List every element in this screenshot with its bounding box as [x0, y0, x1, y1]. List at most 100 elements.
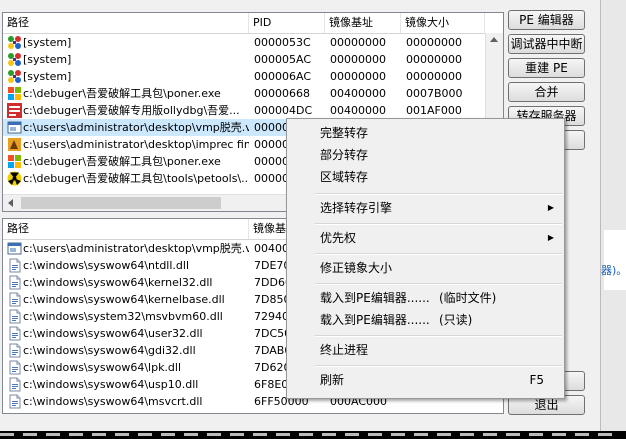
menu-separator [315, 335, 562, 337]
menu-label: 选择转存引擎 [320, 201, 393, 215]
dll-file-icon [7, 360, 22, 375]
taskbar-mark [437, 433, 451, 436]
app-window-icon [7, 86, 22, 101]
debugger-break-button[interactable]: 调试器中中断 [508, 34, 585, 54]
menu-separator [315, 283, 562, 285]
cell-image-size: 0007B000 [406, 87, 463, 100]
table-row[interactable]: c:\debuger\吾爱破解工具包\poner.exe 00000668 0040… [3, 85, 503, 102]
cell-path: c:\debuger\吾爱破解工具包\tools\petools\... [23, 172, 249, 185]
taskbar-mark [0, 433, 14, 436]
dll-file-icon [7, 326, 22, 341]
taskbar-mark [391, 433, 405, 436]
taskbar-mark [207, 433, 221, 436]
process-list-header: 路径 PID 镜像基址 镜像大小 [3, 13, 503, 34]
scroll-up-arrow[interactable] [490, 37, 498, 42]
cell-image-base: 00000000 [330, 36, 386, 49]
window-edge [600, 0, 626, 439]
column-image-size[interactable]: 镜像大小 [401, 13, 485, 33]
taskbar-mark [69, 433, 83, 436]
menu-label: 区域转存 [320, 170, 369, 184]
menu-label: 部分转存 [320, 148, 369, 162]
cell-path: [system] [23, 70, 72, 83]
cell-pid: 0000053C [254, 36, 311, 49]
cell-path: [system] [23, 36, 72, 49]
taskbar-mark [460, 433, 474, 436]
dll-file-icon [7, 258, 22, 273]
menu-label: 修正镜象大小 [320, 261, 393, 275]
menu-item-select-dump-engine[interactable]: 选择转存引擎 ▶ [287, 197, 564, 219]
taskbar-mark [414, 433, 428, 436]
taskbar-mark [115, 433, 129, 436]
taskbar-mark [253, 433, 267, 436]
taskbar-mark [299, 433, 313, 436]
background-text-fragment: 器)。 [601, 264, 626, 277]
scroll-left-arrow[interactable] [8, 199, 13, 207]
column-path[interactable]: 路径 [3, 219, 249, 239]
menu-item-load-pe-editor-temp[interactable]: 载入到PE编辑器...... (临时文件) [287, 287, 564, 309]
dll-file-icon [7, 343, 22, 358]
menu-item-region-dump[interactable]: 区域转存 [287, 166, 564, 188]
cell-path: c:\windows\syswow64\lpk.dll [23, 361, 182, 374]
menu-shortcut: F5 [529, 373, 544, 387]
menu-separator [315, 253, 562, 255]
vmp-exe-icon [7, 241, 22, 256]
cell-path: c:\windows\syswow64\usp10.dll [23, 378, 199, 391]
cell-pid: 000004DC [254, 104, 313, 117]
taskbar-mark [92, 433, 106, 436]
column-pid[interactable]: PID [249, 13, 325, 33]
table-row[interactable]: c:\debuger\吾爱破解专用版ollydbg\吾爱... 000004DC 0… [3, 102, 503, 119]
app-window-icon [7, 154, 22, 169]
menu-item-terminate-process[interactable]: 终止进程 [287, 339, 564, 361]
cell-path: c:\users\administrator\desktop\vmp脱壳.vm.… [23, 242, 249, 255]
dll-file-icon [7, 309, 22, 324]
taskbar-strip [0, 431, 626, 439]
menu-separator [315, 223, 562, 225]
menu-label: 载入到PE编辑器...... [320, 291, 430, 305]
submenu-arrow-icon: ▶ [547, 233, 554, 242]
menu-item-load-pe-editor-readonly[interactable]: 载入到PE编辑器...... (只读) [287, 309, 564, 331]
cell-path: c:\users\administrator\desktop\imprec fi… [23, 138, 249, 151]
column-image-base[interactable]: 镜像基址 [325, 13, 401, 33]
table-row[interactable]: [system] 0000053C 00000000 00000000 [3, 34, 503, 51]
cell-pid: 000005AC [254, 53, 312, 66]
taskbar-mark [161, 433, 175, 436]
cell-path: c:\windows\syswow64\kernelbase.dll [23, 293, 225, 306]
pe-editor-button[interactable]: PE 编辑器 [508, 10, 585, 30]
table-row[interactable]: [system] 000006AC 00000000 00000000 [3, 68, 503, 85]
menu-label: 优先权 [320, 231, 357, 245]
dll-file-icon [7, 292, 22, 307]
cell-image-base: 00400000 [330, 87, 386, 100]
cell-image-size: 00000000 [406, 70, 462, 83]
scroll-thumb[interactable] [21, 197, 221, 209]
menu-item-fix-image-size[interactable]: 修正镜象大小 [287, 257, 564, 279]
column-path[interactable]: 路径 [3, 13, 249, 33]
taskbar-mark [368, 433, 382, 436]
imprec-icon [7, 137, 22, 152]
cell-path: c:\windows\syswow64\ntdll.dll [23, 259, 189, 272]
cell-path: [system] [23, 53, 72, 66]
taskbar-mark [506, 433, 520, 436]
menu-item-priority[interactable]: 优先权 ▶ [287, 227, 564, 249]
table-row[interactable]: [system] 000005AC 00000000 00000000 [3, 51, 503, 68]
menu-separator [315, 193, 562, 195]
vmp-exe-icon [7, 120, 22, 135]
system-process-icon [7, 69, 22, 84]
rebuild-pe-button[interactable]: 重建 PE [508, 58, 585, 78]
taskbar-mark [46, 433, 60, 436]
taskbar-mark [575, 433, 589, 436]
cell-image-size: 00000000 [406, 53, 462, 66]
merge-button[interactable]: 合并 [508, 82, 585, 102]
menu-item-refresh[interactable]: 刷新 F5 [287, 369, 564, 391]
taskbar-mark [138, 433, 152, 436]
cell-path: c:\windows\syswow64\gdi32.dll [23, 344, 196, 357]
cell-image-size: 001AF000 [406, 104, 462, 117]
context-menu[interactable]: 完整转存 部分转存 区域转存 选择转存引擎 ▶ 优先权 ▶ 修正镜象大小 载入到PE… [286, 118, 565, 399]
menu-item-full-dump[interactable]: 完整转存 [287, 122, 564, 144]
system-process-icon [7, 35, 22, 50]
menu-note: (只读) [439, 313, 473, 327]
cell-path: c:\windows\system32\msvbvm60.dll [23, 310, 223, 323]
taskbar-mark [552, 433, 566, 436]
menu-item-partial-dump[interactable]: 部分转存 [287, 144, 564, 166]
cell-path: c:\debuger\吾爱破解工具包\poner.exe [23, 87, 221, 100]
cell-image-base: 00400000 [330, 104, 386, 117]
